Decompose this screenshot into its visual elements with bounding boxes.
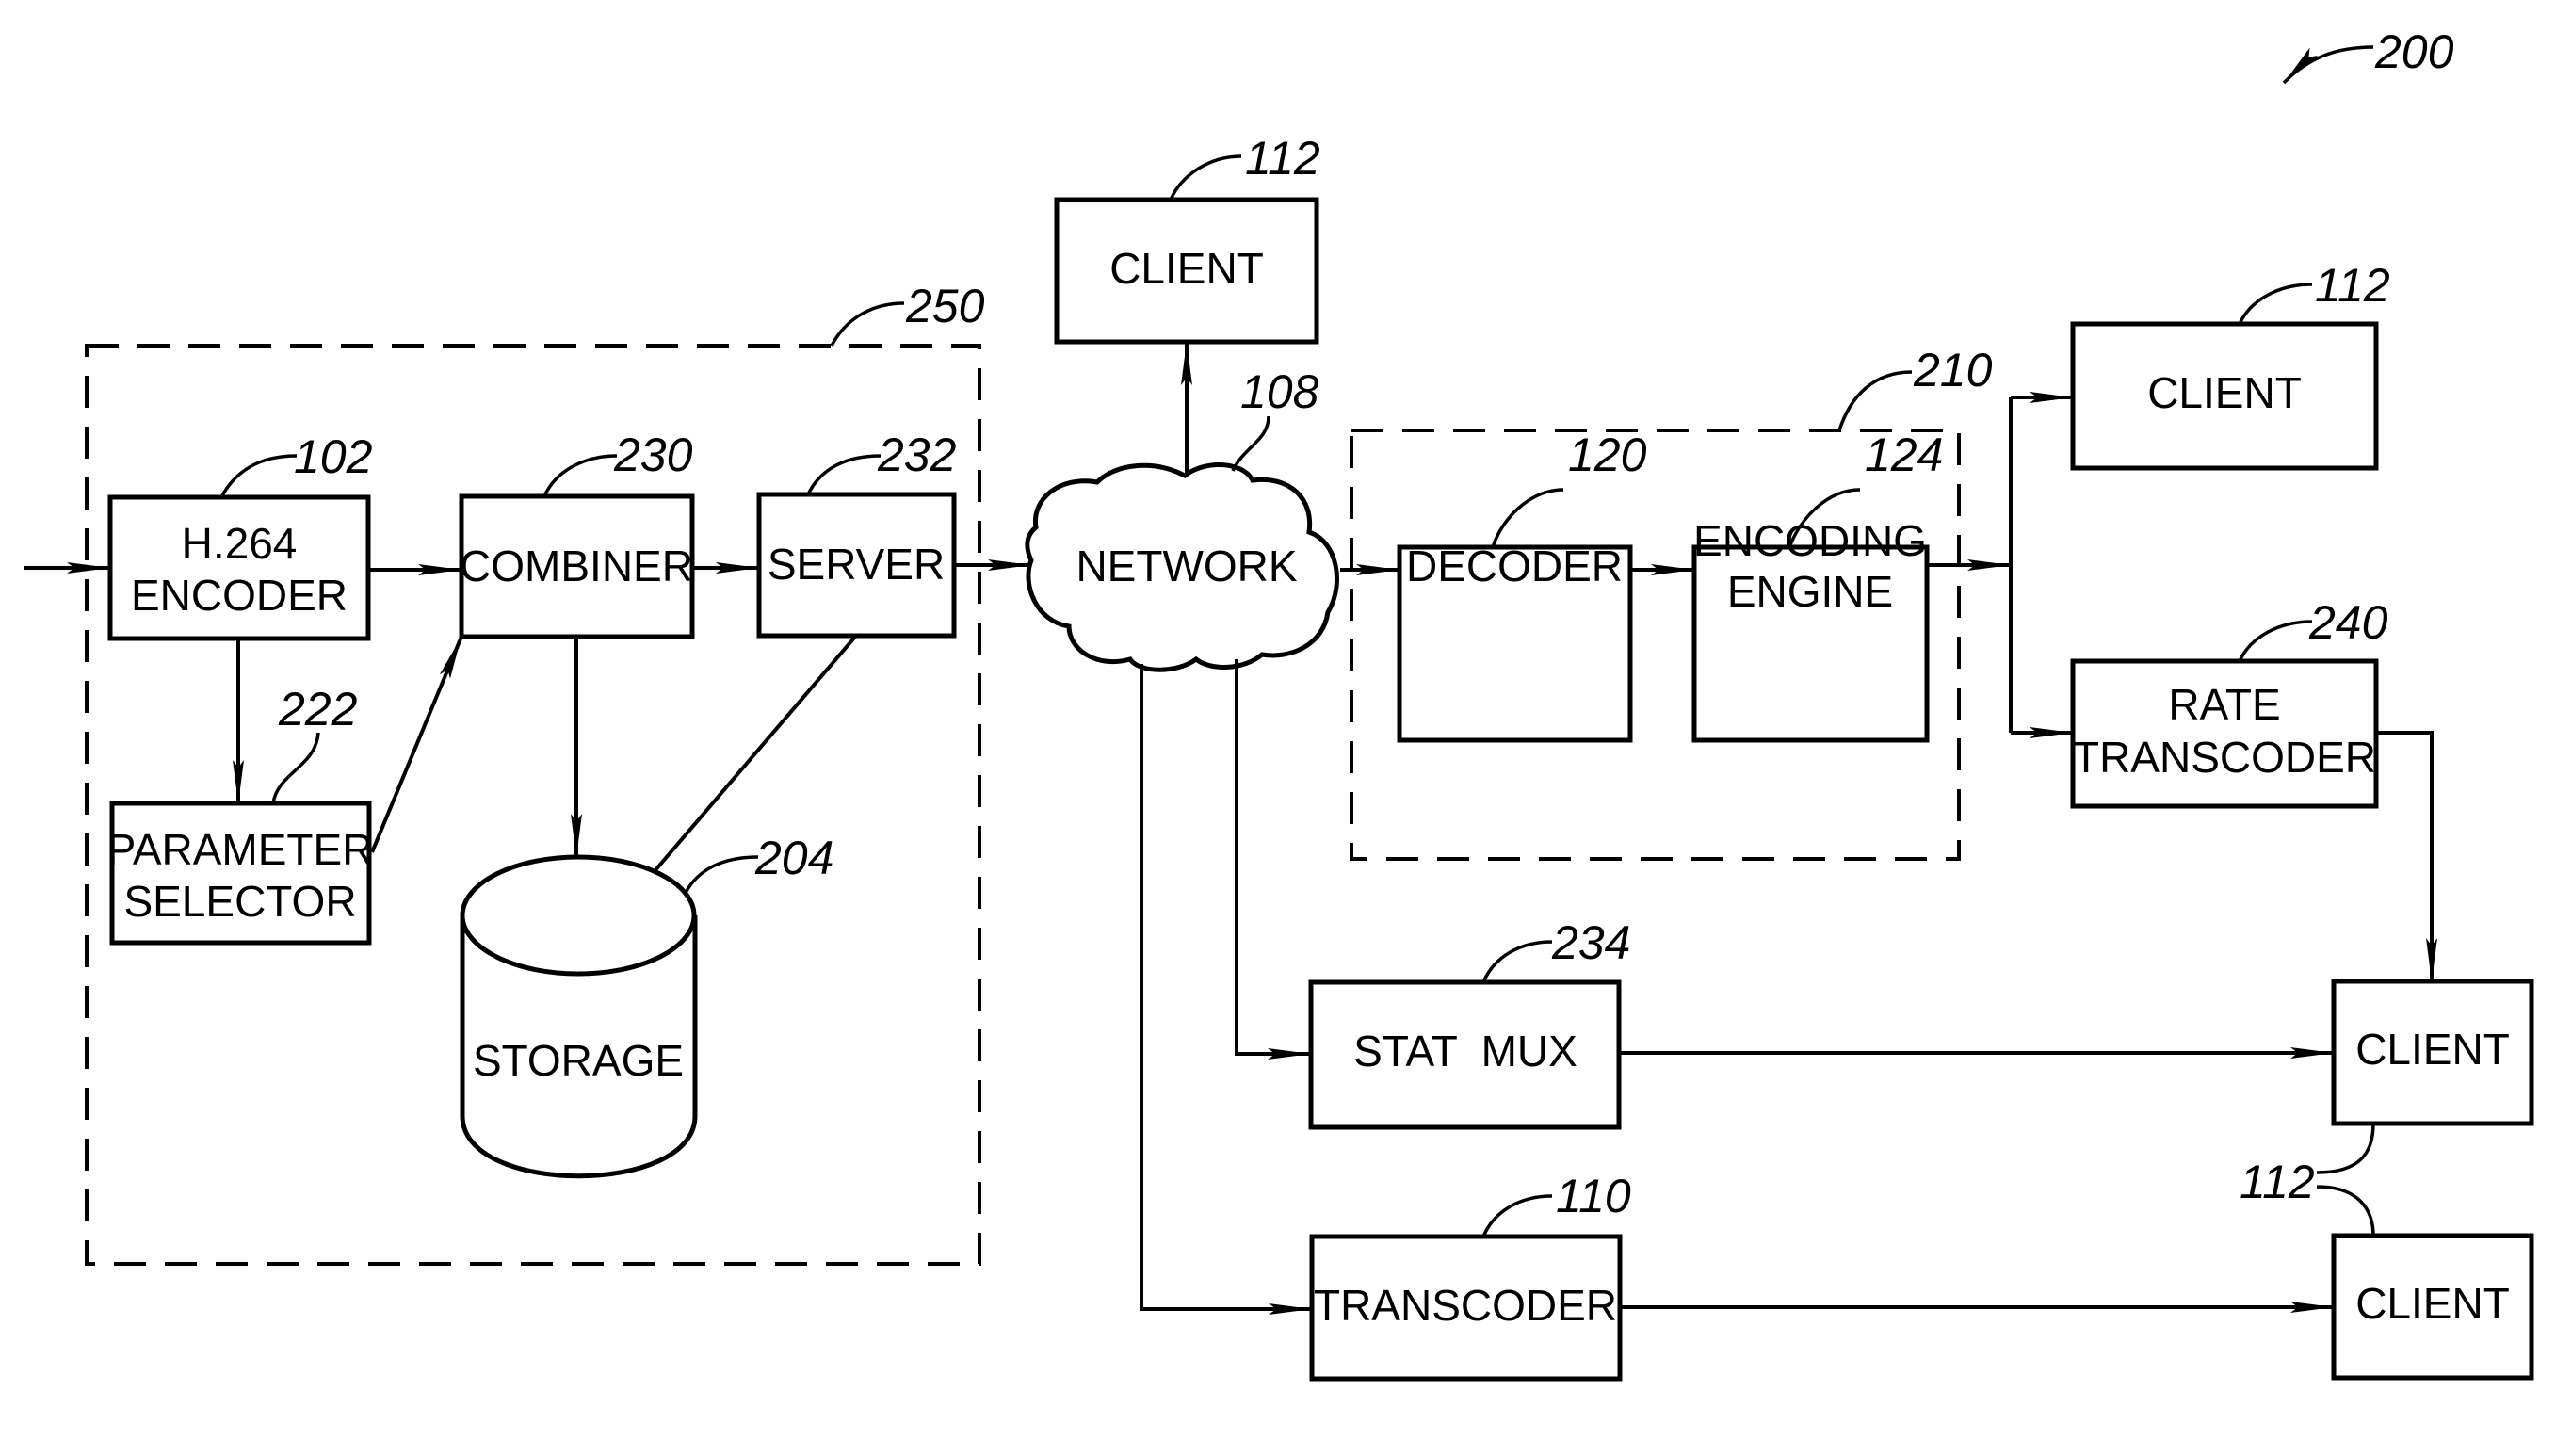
rate-transcoder-label-line2: TRANSCODER [2073, 733, 2376, 782]
h264-encoder-reference: 102 [294, 430, 373, 483]
system-diagram: 200 250 210 H.264 ENCODER 102 PARAMETER … [24, 25, 2534, 1382]
group-250-reference: 250 [905, 280, 985, 332]
client-right-reference: 112 [2315, 259, 2390, 312]
block-combiner[interactable]: COMBINER [459, 493, 695, 639]
client-top-reference: 112 [1245, 132, 1320, 185]
arrow-parameter-selector-to-combiner [370, 636, 463, 853]
h264-encoder-leader [219, 454, 298, 498]
client-bottom-leader [2316, 1185, 2375, 1237]
storage-reference: 204 [754, 832, 833, 884]
client-top-leader [1169, 154, 1242, 201]
server-reference: 232 [877, 429, 957, 481]
rate-transcoder-label-line1: RATE [2168, 680, 2280, 729]
block-client-top[interactable]: CLIENT [1054, 197, 1319, 345]
block-decoder[interactable]: DECODER [1397, 542, 1633, 743]
block-stat-mux[interactable]: STAT MUX [1308, 979, 1622, 1130]
parameter-selector-label-line2: SELECTOR [123, 877, 356, 926]
figure-reference-number: 200 [2374, 25, 2454, 78]
arrow-rate-transcoder-to-client-mid [2376, 731, 2437, 981]
decoder-reference: 120 [1568, 429, 1647, 481]
transcoder-leader [1481, 1194, 1553, 1238]
block-server[interactable]: SERVER [756, 492, 957, 639]
group-210-reference: 210 [1913, 344, 1993, 396]
block-client-bottom[interactable]: CLIENT [2331, 1233, 2534, 1381]
combiner-label: COMBINER [460, 542, 693, 590]
decoder-label: DECODER [1406, 542, 1623, 590]
client-right-label: CLIENT [2147, 368, 2302, 417]
group-210-leader [1837, 370, 1913, 431]
block-network[interactable]: NETWORK [1025, 462, 1340, 672]
h264-encoder-label-line1: H.264 [182, 519, 298, 568]
arrow-network-to-stat-mux [1235, 659, 1311, 1060]
network-reference: 108 [1240, 365, 1319, 418]
block-rate-transcoder[interactable]: RATE TRANSCODER [2070, 658, 2379, 809]
h264-encoder-label-line2: ENCODER [131, 571, 348, 620]
server-label: SERVER [768, 540, 945, 589]
decoder-leader [1491, 488, 1564, 548]
parameter-selector-reference: 222 [278, 683, 358, 736]
client-right-leader [2238, 283, 2313, 325]
figure-reference-arrow [2282, 45, 2374, 85]
server-leader [806, 454, 882, 495]
encoding-engine-reference: 124 [1865, 429, 1943, 481]
stat-mux-label: STAT MUX [1353, 1027, 1577, 1076]
storage-leader [684, 855, 759, 894]
block-h264-encoder[interactable]: H.264 ENCODER [107, 494, 371, 641]
stat-mux-reference: 234 [1551, 916, 1630, 969]
rate-transcoder-leader [2238, 620, 2313, 662]
arrow-network-to-transcoder [1140, 664, 1312, 1315]
group-250-leader [830, 301, 905, 347]
transcoder-reference: 110 [1556, 1170, 1631, 1222]
encoding-engine-label-line1: ENCODING [1693, 516, 1927, 565]
stat-mux-leader [1481, 940, 1553, 983]
figure-reference: 200 [2282, 25, 2454, 85]
block-encoding-engine[interactable]: ENCODING ENGINE [1691, 516, 1930, 743]
block-storage[interactable]: STORAGE [460, 854, 698, 1179]
combiner-reference: 230 [613, 429, 693, 481]
encoding-engine-label-line2: ENGINE [1727, 567, 1893, 616]
block-parameter-selector[interactable]: PARAMETER SELECTOR [107, 801, 374, 946]
storage-label: STORAGE [473, 1036, 684, 1085]
block-client-right[interactable]: CLIENT [2070, 321, 2379, 471]
client-shared-reference: 112 [2240, 1156, 2315, 1208]
transcoder-label: TRANSCODER [1314, 1281, 1617, 1330]
client-mid-label: CLIENT [2355, 1025, 2510, 1074]
block-client-mid[interactable]: CLIENT [2331, 979, 2534, 1126]
combiner-leader [542, 454, 618, 497]
parameter-selector-label-line1: PARAMETER [107, 825, 374, 874]
network-leader [1231, 415, 1270, 472]
network-label: NETWORK [1076, 542, 1297, 590]
client-top-label: CLIENT [1109, 244, 1264, 293]
client-mid-leader [2316, 1123, 2375, 1174]
block-transcoder[interactable]: TRANSCODER [1309, 1234, 1623, 1382]
rate-transcoder-reference: 240 [2308, 596, 2388, 649]
client-bottom-label: CLIENT [2355, 1279, 2510, 1328]
parameter-selector-leader [271, 732, 320, 804]
